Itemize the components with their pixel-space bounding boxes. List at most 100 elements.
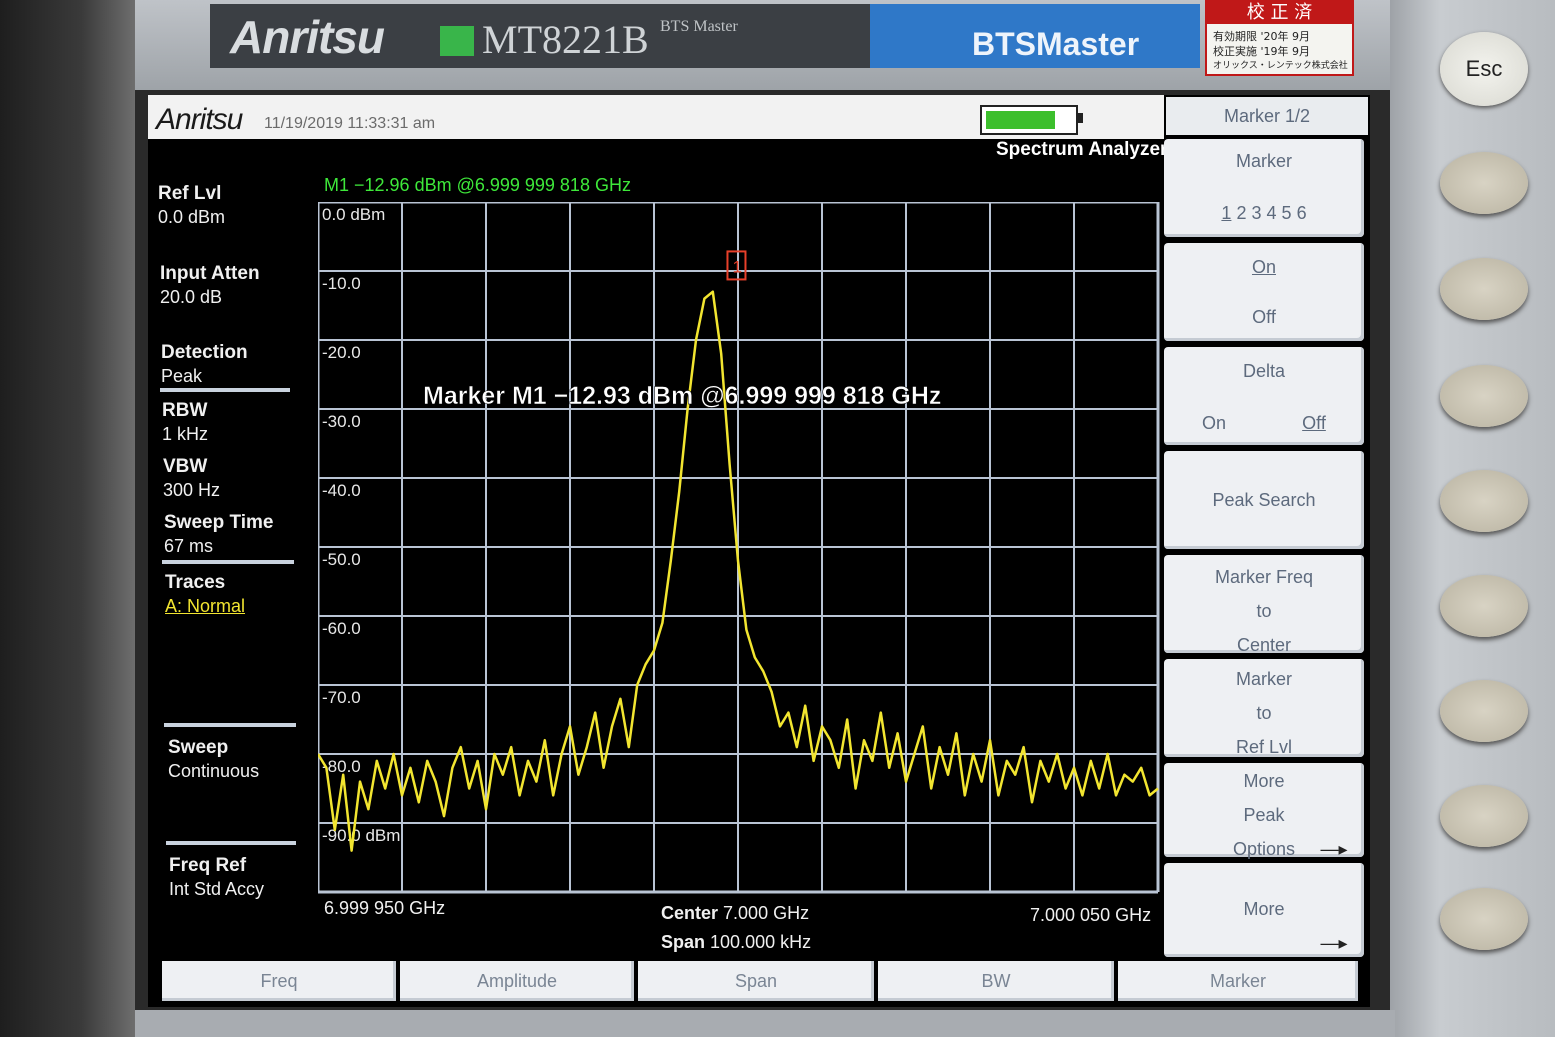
y-tick-label: -60.0: [322, 619, 361, 638]
ref-lvl-value: 0.0 dBm: [158, 207, 226, 227]
softkey-off: Off: [1252, 307, 1276, 327]
softkey-label: to: [1256, 601, 1272, 621]
ref-lvl-label: Ref Lvl: [158, 183, 222, 204]
y-tick-label: -70.0: [322, 688, 361, 707]
y-tick-label: -10.0: [322, 274, 361, 293]
freq-ref-label: Freq Ref: [169, 855, 247, 876]
device-model-subtitle: BTS Master: [660, 18, 738, 35]
tab-span[interactable]: Span: [638, 961, 874, 1001]
calibration-company: オリックス・レンテック株式会社: [1213, 61, 1348, 71]
marker-digit-5: 5: [1281, 203, 1292, 223]
softkey-marker-select[interactable]: Marker 1 2 3 4 5 6: [1164, 139, 1364, 237]
rbw-label: RBW: [162, 400, 208, 421]
param-separator: [166, 841, 296, 845]
softkey-marker-to-ref-lvl[interactable]: Marker to Ref Lvl: [1164, 659, 1364, 757]
softkey-peak-search[interactable]: Peak Search: [1164, 451, 1364, 549]
marker-readout: M1 −12.96 dBm @6.999 999 818 GHz: [324, 175, 631, 195]
device-bezel-bottom: [135, 1010, 1395, 1037]
stop-frequency: 7.000 050 GHz: [1030, 905, 1152, 925]
screen-logo: Anritsu: [156, 103, 243, 136]
battery-tip: [1078, 113, 1083, 123]
softkey-label: More: [1243, 899, 1285, 919]
y-tick-label: 0.0 dBm: [322, 205, 385, 224]
tab-freq[interactable]: Freq: [162, 961, 396, 1001]
y-tick-label: -50.0: [322, 550, 361, 569]
traces-value: A: Normal: [165, 596, 246, 616]
softkey-label: Marker: [1235, 151, 1292, 171]
softkey-delta-off: Off: [1302, 413, 1326, 433]
calibration-date: 校正実施 '19年 9月: [1213, 45, 1311, 58]
marker-flag-number: 1: [732, 257, 741, 276]
freq-ref-value: Int Std Accy: [169, 879, 265, 899]
marker-digit-4: 4: [1266, 203, 1277, 223]
vbw-value: 300 Hz: [163, 480, 221, 500]
hw-softkey-button-3[interactable]: [1440, 365, 1528, 427]
hw-softkey-button-4[interactable]: [1440, 470, 1528, 532]
calibration-expiry: 有効期限 '20年 9月: [1213, 30, 1311, 43]
tab-amplitude[interactable]: Amplitude: [400, 961, 634, 1001]
softkey-label: to: [1256, 703, 1272, 723]
span-value: 100.000 kHz: [710, 932, 812, 952]
y-tick-label: -20.0: [322, 343, 361, 362]
hw-softkey-button-7[interactable]: [1440, 785, 1528, 847]
hw-softkey-button-6[interactable]: [1440, 680, 1528, 742]
softkey-marker-freq-to-center[interactable]: Marker Freq to Center: [1164, 555, 1364, 655]
span-label: Span: [661, 932, 706, 952]
marker-digit-6: 6: [1296, 203, 1307, 223]
y-tick-label: -40.0: [322, 481, 361, 500]
detection-label: Detection: [161, 342, 248, 363]
rbw-value: 1 kHz: [162, 424, 209, 444]
tab-marker[interactable]: Marker: [1118, 961, 1358, 1001]
softkey-label: Marker: [1235, 669, 1292, 689]
detection-value: Peak: [161, 366, 203, 386]
traces-label: Traces: [165, 572, 226, 593]
sweep-value: Continuous: [168, 761, 260, 781]
softkey-label: Delta: [1242, 361, 1286, 381]
battery-icon: [980, 105, 1078, 135]
arrow-right-icon: —▸: [1320, 839, 1348, 859]
softkey-label: More: [1243, 771, 1285, 791]
display-screen: Anritsu 11/19/2019 11:33:31 am Spectrum …: [148, 95, 1370, 1007]
brand-logo: Anritsu: [230, 11, 385, 63]
marker-digit-1: 1: [1221, 203, 1232, 223]
sweep-label: Sweep: [168, 737, 229, 758]
span: Span 100.000 kHz: [661, 932, 811, 953]
hw-softkey-button-5[interactable]: [1440, 575, 1528, 637]
center-frequency: Center 7.000 GHz: [661, 903, 809, 924]
softkey-marker-on-off[interactable]: On Off: [1164, 243, 1364, 341]
arrow-right-icon: —▸: [1320, 933, 1348, 953]
center-frequency-label: Center: [661, 903, 719, 923]
start-frequency: 6.999 950 GHz: [324, 898, 446, 918]
product-line-label: BTSMaster: [972, 26, 1140, 62]
softkey-more-peak-options[interactable]: More Peak Options —▸: [1164, 763, 1364, 859]
softkey-delta[interactable]: Delta On Off: [1164, 347, 1364, 445]
tab-bw[interactable]: BW: [878, 961, 1114, 1001]
hw-softkey-button-8[interactable]: [1440, 888, 1528, 950]
softkey-on: On: [1251, 257, 1276, 277]
softkey-label: Peak: [1243, 805, 1285, 825]
marker-digit-3: 3: [1251, 203, 1262, 223]
softkey-label: Ref Lvl: [1235, 737, 1293, 757]
sweep-time-value: 67 ms: [164, 536, 214, 556]
sweep-time-label: Sweep Time: [164, 512, 274, 533]
calibration-sticker: 校 正 済 有効期限 '20年 9月 校正実施 '19年 9月 オリックス・レン…: [1205, 0, 1354, 76]
esc-button[interactable]: Esc: [1440, 32, 1528, 106]
hw-softkey-button-2[interactable]: [1440, 258, 1528, 320]
hw-softkey-button-1[interactable]: [1440, 152, 1528, 214]
mode-title: Spectrum Analyzer: [996, 139, 1168, 160]
softkey-menu-title: Marker 1/2: [1166, 97, 1368, 135]
y-tick-label: -30.0: [322, 412, 361, 431]
softkey-label: Marker Freq: [1214, 567, 1313, 587]
marker-annotation: Marker M1 −12.93 dBm @6.999 999 818 GHz: [423, 382, 941, 410]
input-atten-value: 20.0 dB: [160, 287, 223, 307]
datetime: 11/19/2019 11:33:31 am: [264, 115, 436, 132]
center-frequency-value: 7.000 GHz: [723, 903, 810, 923]
vbw-label: VBW: [163, 456, 208, 477]
calibration-title: 校 正 済: [1207, 2, 1352, 24]
marker-digit-2: 2: [1236, 203, 1247, 223]
param-separator: [160, 388, 290, 392]
spectrum-graph: 0.0 dBm -10.0 -20.0 -30.0 -40.0 -50.0 -60.0 -70…: [318, 202, 1160, 894]
input-atten-label: Input Atten: [160, 263, 260, 284]
brand-square-icon: [440, 26, 474, 56]
softkey-more[interactable]: More —▸: [1164, 863, 1364, 957]
